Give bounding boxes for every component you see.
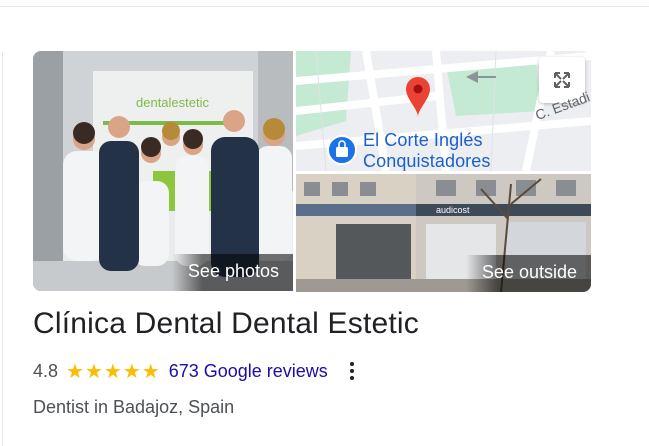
see-photos-label[interactable]: See photos: [171, 254, 293, 291]
top-divider: [0, 6, 649, 7]
map-place-label[interactable]: El Corte Inglés Conquistadores: [363, 130, 490, 172]
expand-arrows-icon: [554, 72, 570, 88]
star-rating-icon: ★★★★★: [66, 360, 161, 383]
shopping-bag-icon: [327, 135, 357, 165]
map-place-line1: El Corte Inglés: [363, 130, 483, 150]
more-options-icon[interactable]: [346, 362, 358, 380]
left-divider: [2, 52, 3, 446]
rating-row: 4.8 ★★★★★ 673 Google reviews: [33, 358, 358, 384]
street-view-thumbnail[interactable]: audicost See outside: [296, 174, 591, 292]
see-outside-label[interactable]: See outside: [465, 255, 591, 292]
business-name: Clínica Dental Dental Estetic: [33, 307, 419, 340]
google-reviews-link[interactable]: 673 Google reviews: [169, 361, 328, 382]
photos-thumbnail[interactable]: dentalestetic See photos: [33, 51, 293, 291]
shop-sign: audicost: [436, 205, 470, 215]
map-place-line2: Conquistadores: [363, 151, 491, 171]
clinic-sign: dentalestetic: [136, 95, 209, 110]
business-category: Dentist in Badajoz, Spain: [33, 397, 235, 417]
rating-value: 4.8: [33, 360, 59, 381]
